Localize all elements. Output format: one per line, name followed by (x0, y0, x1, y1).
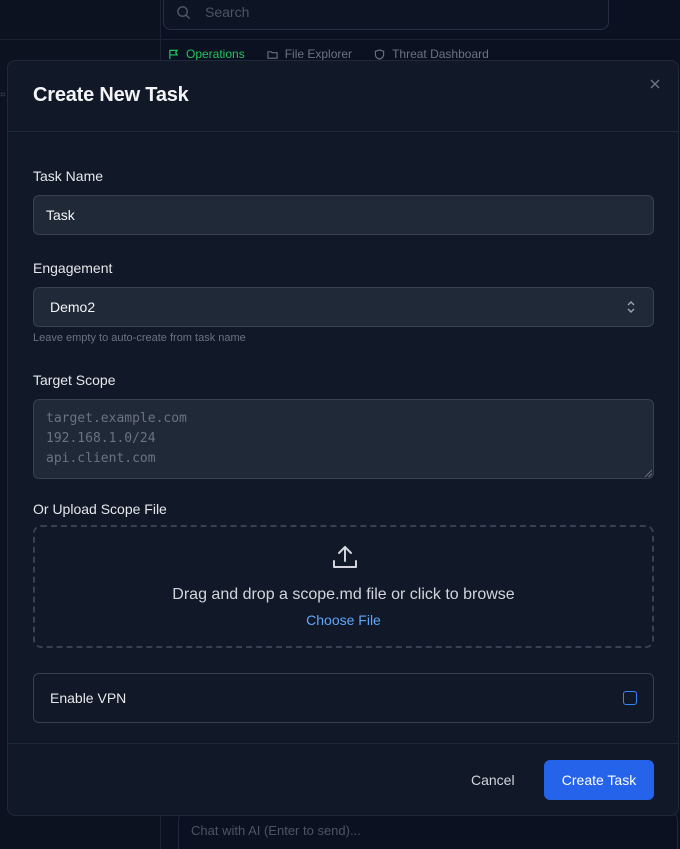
resize-grip-icon[interactable] (644, 469, 652, 477)
engagement-hint: Leave empty to auto-create from task nam… (33, 332, 246, 344)
tab-threat-dashboard-label: Threat Dashboard (392, 47, 489, 61)
target-scope-label: Target Scope (33, 372, 116, 388)
engagement-value: Demo2 (50, 299, 96, 315)
tab-threat-dashboard[interactable]: Threat Dashboard (374, 47, 489, 61)
shield-icon (374, 48, 385, 60)
flag-icon (169, 49, 179, 59)
engagement-label: Engagement (33, 260, 113, 276)
target-scope-textarea[interactable] (33, 399, 654, 479)
search-placeholder: Search (205, 4, 250, 20)
search-icon (177, 5, 191, 19)
folder-icon (267, 50, 278, 59)
modal-title: Create New Task (33, 84, 189, 106)
dropzone-text: Drag and drop a scope.md file or click t… (172, 586, 515, 603)
task-name-label: Task Name (33, 168, 104, 184)
cancel-button[interactable]: Cancel (471, 772, 515, 788)
modal-footer: Cancel Create Task (8, 743, 678, 815)
tab-operations-label: Operations (186, 47, 245, 61)
upload-label: Or Upload Scope File (33, 501, 167, 517)
background-edge-marker: ⌗ (0, 90, 6, 101)
modal-header: Create New Task (8, 61, 678, 132)
create-task-modal: Create New Task Task Name Engagement Dem… (7, 60, 679, 816)
header-divider (0, 39, 680, 40)
scope-file-dropzone[interactable]: Drag and drop a scope.md file or click t… (33, 525, 654, 648)
search-bar[interactable]: Search (163, 0, 609, 30)
tab-operations[interactable]: Operations (168, 47, 245, 61)
tab-file-explorer-label: File Explorer (284, 47, 353, 61)
vpn-toggle-row[interactable]: Enable VPN (33, 673, 654, 723)
choose-file-button[interactable]: Choose File (35, 612, 652, 628)
tab-file-explorer[interactable]: File Explorer (267, 47, 352, 61)
vpn-checkbox[interactable] (623, 691, 637, 705)
engagement-select[interactable]: Demo2 (33, 287, 654, 327)
chevron-up-down-icon (627, 301, 635, 313)
create-task-button[interactable]: Create Task (544, 760, 654, 800)
close-icon (650, 79, 660, 89)
close-button[interactable] (648, 77, 662, 91)
vpn-label: Enable VPN (50, 690, 127, 706)
task-name-input[interactable] (33, 195, 654, 235)
chat-input[interactable]: Chat with AI (Enter to send)... (178, 812, 678, 849)
upload-icon (333, 546, 357, 568)
